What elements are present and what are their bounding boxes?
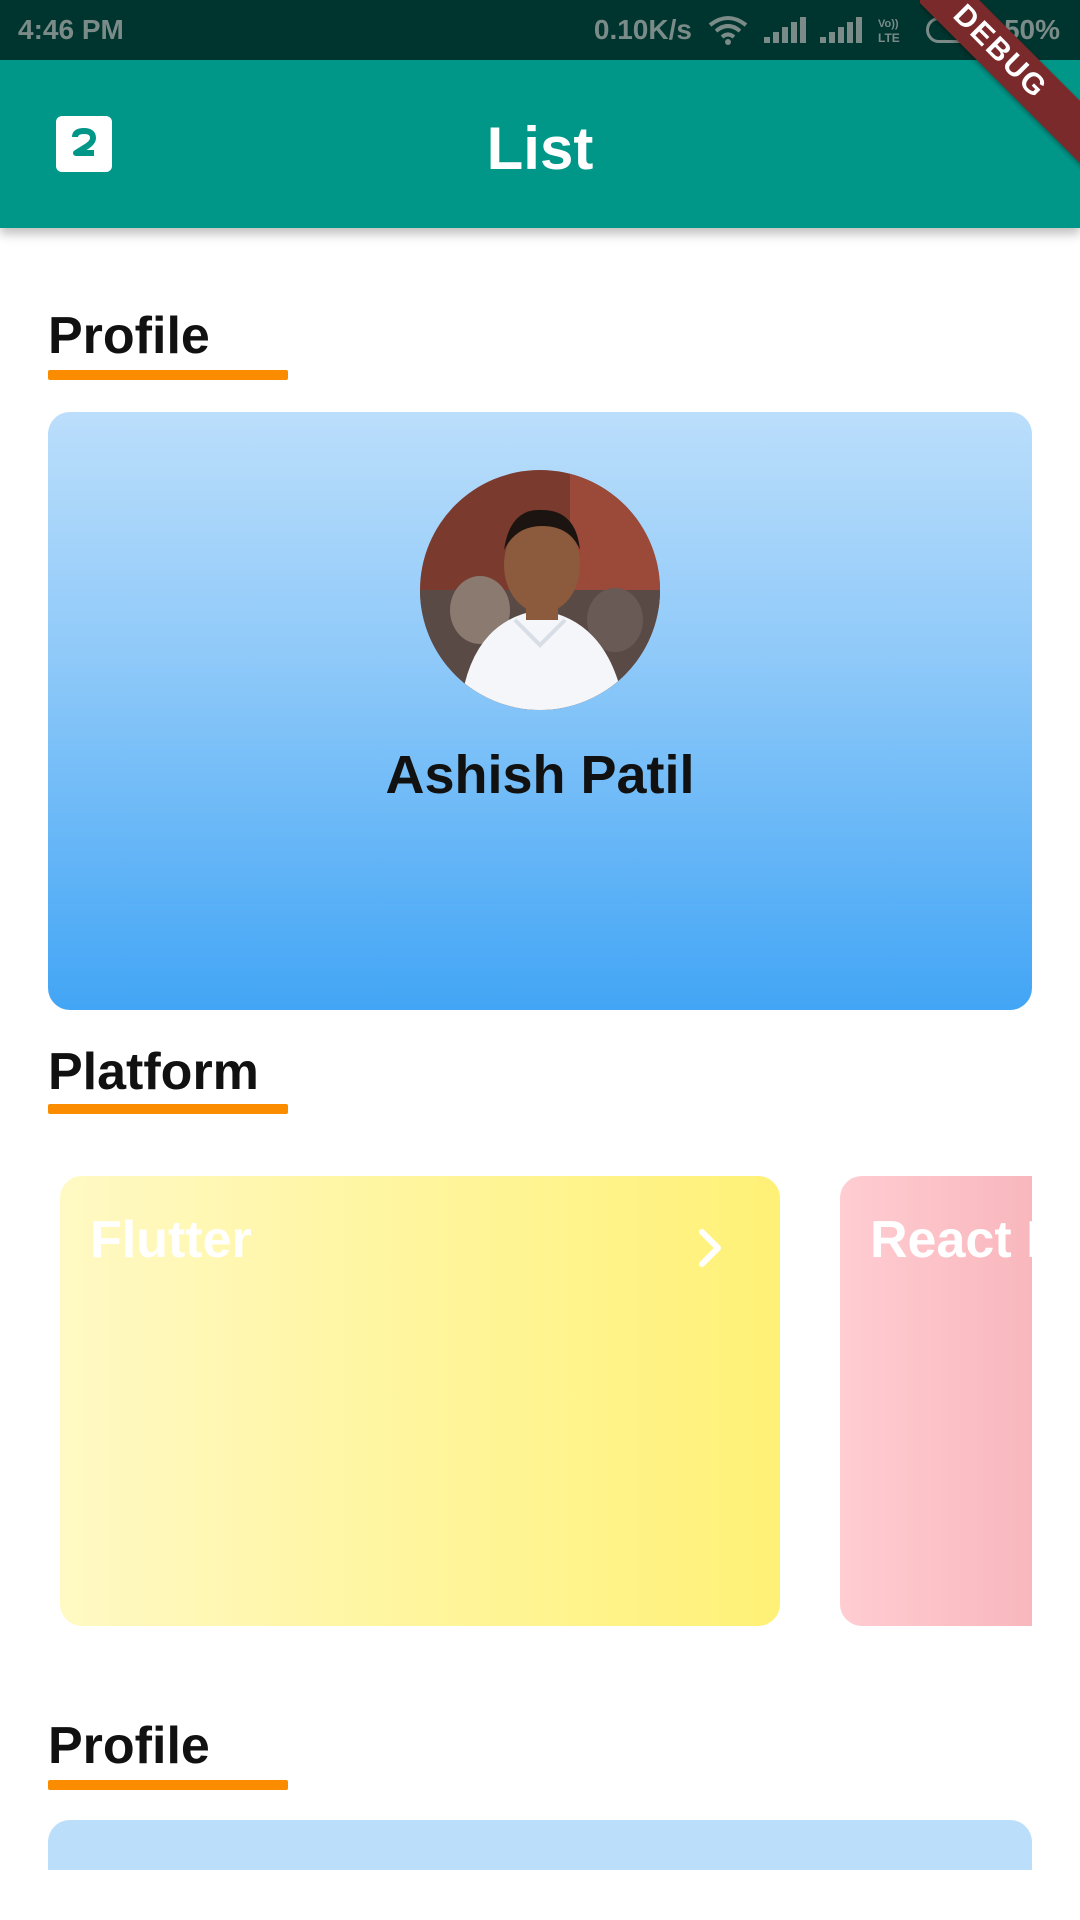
svg-text:LTE: LTE [878,31,900,45]
wifi-icon [708,16,748,45]
profile-name: Ashish Patil [385,745,695,805]
svg-text:Vo)): Vo)) [878,18,899,30]
section-title-platform: Platform [48,1043,259,1101]
section-title-profile: Profile [48,307,210,365]
platform-label: Flutter [90,1211,252,1269]
status-time: 4:46 PM [18,14,124,45]
signal-icon [763,17,806,43]
signal-icon-2 [819,17,862,43]
app-bar: List [0,60,1080,228]
section-underline [48,1780,288,1790]
debug-banner: DEBUG [920,0,1080,180]
platform-label: React N [870,1211,1032,1269]
page-title: List [486,115,594,182]
profile-card[interactable]: Ashish Patil [48,412,1032,1010]
section-title-profile-2: Profile [48,1717,210,1775]
bottom-edge [0,1870,1080,1920]
avatar [420,470,660,710]
debug-ribbon: DEBUG [920,0,1080,174]
platform-card-flutter[interactable]: Flutter [60,1176,780,1626]
chevron-right-icon[interactable] [690,1228,730,1268]
status-bar: 4:46 PM 0.10K/s Vo)) LTE 50% [0,0,1080,60]
volte-icon: Vo)) LTE [878,18,900,45]
section-underline [48,370,288,380]
section-underline [48,1104,288,1114]
network-speed: 0.10K/s [593,14,692,45]
platform-card-react[interactable]: React N [840,1176,1032,1626]
